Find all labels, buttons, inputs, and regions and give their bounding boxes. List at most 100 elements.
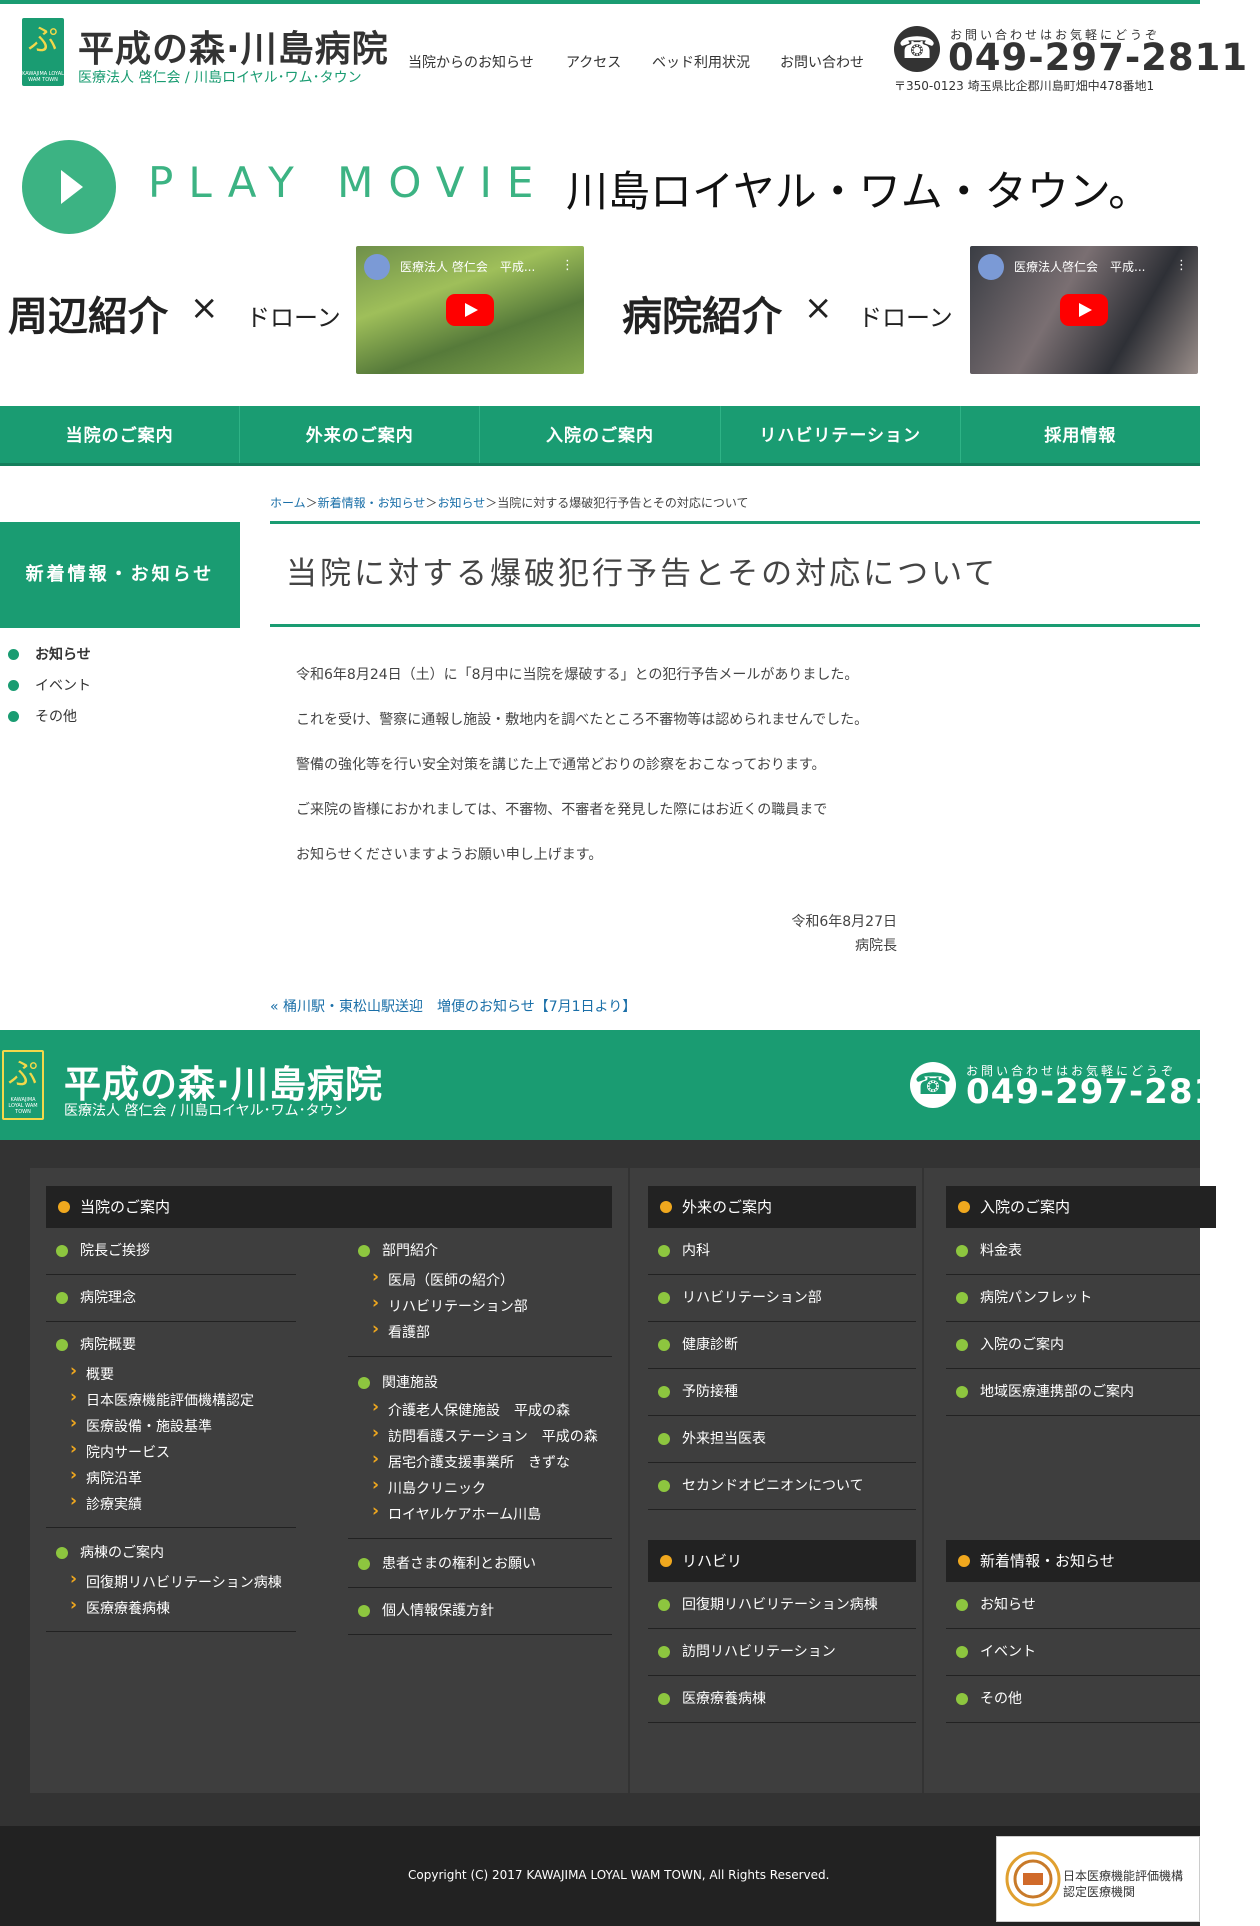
accreditation-badge[interactable]: 日本医療機能評価機構 認定医療機関 [996,1836,1200,1922]
video2-kind: ドローン [858,304,953,332]
footer-link-other[interactable]: その他 [946,1676,1200,1723]
nav-contact[interactable]: お問い合わせ [780,52,864,72]
gnav-recruit[interactable]: 採用情報 [961,406,1200,463]
accreditation-seal-icon [1005,1851,1061,1907]
sidebar-item-other[interactable]: その他 [8,706,77,726]
breadcrumb-notice[interactable]: お知らせ [437,496,485,510]
breadcrumb-home[interactable]: ホーム [270,496,306,510]
phone-number[interactable]: 049-297-2811 [948,36,1248,79]
gnav-inpatient[interactable]: 入院のご案内 [480,406,721,463]
youtube-play-icon[interactable] [446,294,494,326]
footer-phone-number[interactable]: 049-297-2811 [966,1072,1243,1112]
play-movie-button[interactable] [22,140,116,234]
footer-link-pamphlet[interactable]: 病院パンフレット [946,1275,1200,1322]
play-movie-text[interactable]: PLAY MOVIE [148,158,548,207]
footer-link-rights[interactable]: 患者さまの権利とお願い [348,1541,612,1588]
footer-sublink[interactable]: 診療実績 [64,1491,142,1514]
video-title: 医療法人 啓仁会 平成... [400,260,536,274]
footer-phone-icon: ☎ [910,1062,956,1108]
sidebar-item-event[interactable]: イベント [8,675,91,695]
footer-link-doctor-schedule[interactable]: 外来担当医表 [648,1416,916,1463]
badge-line2: 認定医療機関 [1063,1885,1136,1899]
footer-sublink[interactable]: 日本医療機能評価機構認定 [64,1387,254,1410]
breadcrumb-news[interactable]: 新着情報・お知らせ [318,496,426,510]
footer-sublink[interactable]: 居宅介護支援事業所 きずな [366,1449,570,1472]
gnav-rehabilitation[interactable]: リハビリテーション [721,406,961,463]
article-paragraph: これを受け、警察に通報し施設・敷地内を調べたところ不審物等は認められませんでした… [296,712,869,728]
footer-heading-about[interactable]: 当院のご案内 [46,1186,612,1228]
footer-sublink[interactable]: 概要 [64,1361,114,1384]
footer-link-rehab-dept[interactable]: リハビリテーション部 [648,1275,916,1322]
footer-sublink[interactable]: 川島クリニック [366,1475,486,1498]
footer-sublink[interactable]: 病院沿革 [64,1465,142,1488]
footer-link-depts[interactable]: 部門紹介 [348,1228,612,1275]
article-signer: 病院長 [855,938,897,954]
footer-link-notice[interactable]: お知らせ [946,1582,1200,1629]
video1-times: × [190,288,219,328]
article-paragraph: ご来院の皆様におかれましては、不審物、不審者を発見した際にはお近くの職員まで [296,802,828,818]
divider [348,1356,612,1357]
footer-sublink[interactable]: 介護老人保健施設 平成の森 [366,1397,570,1420]
footer-sublink[interactable]: 医療設備・施設基準 [64,1413,212,1436]
footer-link-overview[interactable]: 病院概要 [46,1322,296,1369]
footer-link-checkup[interactable]: 健康診断 [648,1322,916,1369]
copyright: Copyright (C) 2017 KAWAJIMA LOYAL WAM TO… [408,1868,830,1882]
more-icon[interactable]: ⋮ [1175,258,1188,273]
hospital-logo[interactable]: ぷ KAWAJIMA LOYAL WAM TOWN [22,18,64,86]
prev-post-link[interactable]: « 桶川駅・東松山駅送迎 増便のお知らせ【7月1日より】 [270,996,636,1016]
youtube-play-icon[interactable] [1060,294,1108,326]
breadcrumb-sep: ＞ [485,496,498,510]
sidebar-item-notice[interactable]: お知らせ [8,644,91,664]
footer-link-wards[interactable]: 病棟のご案内 [46,1530,296,1577]
breadcrumb: ホーム＞新着情報・お知らせ＞お知らせ＞当院に対する爆破犯行予告とその対応について [270,494,749,511]
footer-sublink[interactable]: リハビリテーション部 [366,1293,528,1316]
movie-tagline: 川島ロイヤル・ワム・タウン。 [566,167,1151,216]
breadcrumb-sep: ＞ [305,496,318,510]
footer-sublink[interactable]: 院内サービス [64,1439,170,1462]
global-nav: 当院のご案内 外来のご案内 入院のご案内 リハビリテーション 採用情報 [0,406,1200,466]
footer-sublink[interactable]: 訪問看護ステーション 平成の森 [366,1423,598,1446]
article-paragraph: お知らせくださいますようお願い申し上げます。 [296,847,603,863]
footer-link-second-opinion[interactable]: セカンドオピニオンについて [648,1463,916,1510]
footer-link-admission[interactable]: 入院のご案内 [946,1322,1200,1369]
nav-access[interactable]: アクセス [566,52,621,72]
footer-heading-news[interactable]: 新着情報・お知らせ [946,1540,1200,1582]
footer-link-care-ward[interactable]: 医療療養病棟 [648,1676,916,1723]
nav-notices[interactable]: 当院からのお知らせ [408,52,534,72]
article-paragraph: 警備の強化等を行い安全対策を講じた上で通常どおりの診察をおこなっております。 [296,757,826,773]
footer-link-vaccination[interactable]: 予防接種 [648,1369,916,1416]
footer-heading-outpatient[interactable]: 外来のご案内 [648,1186,916,1228]
footer-heading-inpatient[interactable]: 入院のご案内 [946,1186,1216,1228]
footer-heading-rehab[interactable]: リハビリ [648,1540,916,1582]
article-title: 当院に対する爆破犯行予告とその対応について [270,521,1200,627]
footer-sublink[interactable]: 医局（医師の紹介） [366,1267,514,1290]
footer-sublink[interactable]: 看護部 [366,1319,430,1342]
video-thumbnail-hospital[interactable]: 医療法人啓仁会 平成... ⋮ [970,246,1198,374]
more-icon[interactable]: ⋮ [561,258,574,273]
gnav-outpatient[interactable]: 外来のご案内 [240,406,481,463]
breadcrumb-current: 当院に対する爆破犯行予告とその対応について [497,496,749,510]
footer-link-philosophy[interactable]: 病院理念 [46,1275,296,1322]
divider [46,1527,296,1528]
video2-times: × [804,288,833,328]
footer-link-event[interactable]: イベント [946,1629,1200,1676]
site-title[interactable]: 平成の森·川島病院 [78,20,389,72]
footer-link-internal-medicine[interactable]: 内科 [648,1228,916,1275]
footer-link-regional-liaison[interactable]: 地域医療連携部のご案内 [946,1369,1200,1416]
footer-logo[interactable]: ぷ KAWAJIMA LOYAL WAM TOWN [2,1050,44,1120]
article-paragraph: 令和6年8月24日（土）に「8月中に当院を爆破する」との犯行予告メールがありまし… [296,667,859,683]
divider [46,1631,296,1632]
badge-line1: 日本医療機能評価機構 [1063,1869,1184,1883]
address: 〒350-0123 埼玉県比企郡川島町畑中478番地1 [894,79,1155,93]
nav-bed-status[interactable]: ベッド利用状況 [652,52,750,72]
footer-link-fees[interactable]: 料金表 [946,1228,1200,1275]
video-thumbnail-surroundings[interactable]: 医療法人 啓仁会 平成... ⋮ [356,246,584,374]
footer-link-privacy[interactable]: 個人情報保護方針 [348,1588,612,1635]
footer-link-home-rehab[interactable]: 訪問リハビリテーション [648,1629,916,1676]
footer-sublink[interactable]: 回復期リハビリテーション病棟 [64,1569,282,1592]
footer-link-recovery-ward[interactable]: 回復期リハビリテーション病棟 [648,1582,916,1629]
footer-link-greeting[interactable]: 院長ご挨拶 [46,1228,296,1275]
footer-sublink[interactable]: 医療療養病棟 [64,1595,170,1618]
gnav-about[interactable]: 当院のご案内 [0,406,241,463]
footer-sublink[interactable]: ロイヤルケアホーム川島 [366,1501,541,1524]
